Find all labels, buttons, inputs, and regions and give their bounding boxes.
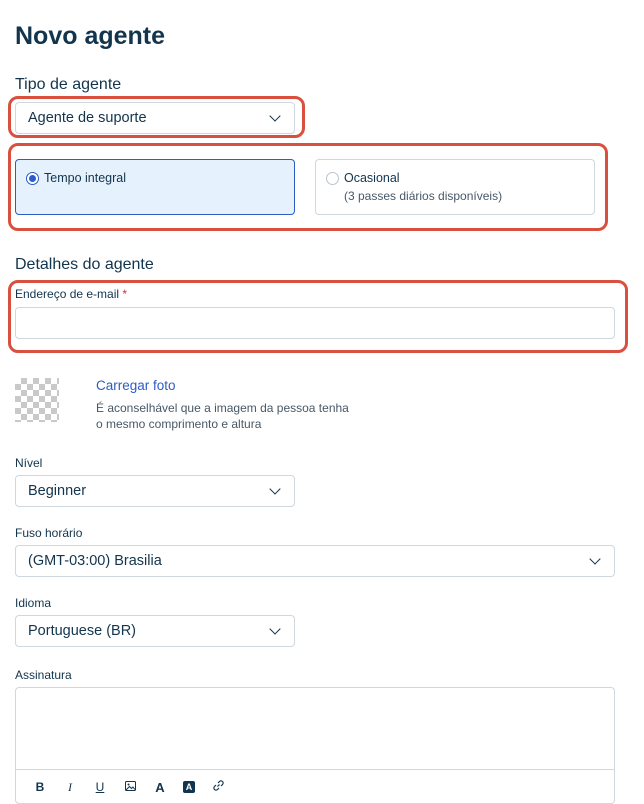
level-label: Nível xyxy=(15,456,43,470)
language-value: Portuguese (BR) xyxy=(28,623,136,639)
option-occasional-label: Ocasional xyxy=(344,171,400,185)
option-full-time-label: Tempo integral xyxy=(44,171,126,185)
email-label: Endereço de e-mail * xyxy=(15,287,127,301)
option-occasional-sub: (3 passes diários disponíveis) xyxy=(344,189,503,203)
language-select[interactable]: Portuguese (BR) xyxy=(15,615,295,647)
signature-editor[interactable]: B I U A A xyxy=(15,687,615,804)
photo-hint-line1: É aconselhável que a imagem da pessoa te… xyxy=(96,401,349,415)
link-icon[interactable] xyxy=(211,780,225,794)
photo-hint-line2: o mesmo comprimento e altura xyxy=(96,417,262,431)
option-occasional[interactable]: Ocasional (3 passes diários disponíveis) xyxy=(315,159,595,215)
timezone-value: (GMT-03:00) Brasilia xyxy=(28,553,162,569)
chevron-down-icon xyxy=(589,553,601,565)
background-color-icon[interactable]: A xyxy=(183,781,195,793)
radio-full-time[interactable] xyxy=(26,172,39,185)
language-label: Idioma xyxy=(15,596,52,610)
timezone-label: Fuso horário xyxy=(15,526,83,540)
signature-label: Assinatura xyxy=(15,668,72,682)
level-select[interactable]: Beginner xyxy=(15,475,295,507)
bold-icon[interactable]: B xyxy=(33,780,47,794)
option-full-time[interactable]: Tempo integral xyxy=(15,159,295,215)
chevron-down-icon xyxy=(269,483,281,495)
chevron-down-icon xyxy=(269,623,281,635)
agent-type-select[interactable]: Agente de suporte xyxy=(15,102,295,134)
email-label-text: Endereço de e-mail xyxy=(15,287,120,301)
italic-icon[interactable]: I xyxy=(63,780,77,795)
chevron-down-icon xyxy=(269,110,281,122)
font-color-icon[interactable]: A xyxy=(153,780,167,795)
details-heading: Detalhes do agente xyxy=(15,256,154,273)
email-input[interactable] xyxy=(15,307,615,339)
image-icon[interactable] xyxy=(123,780,137,794)
required-mark: * xyxy=(122,287,128,301)
signature-toolbar: B I U A A xyxy=(16,770,614,804)
radio-occasional[interactable] xyxy=(326,172,339,185)
level-value: Beginner xyxy=(28,483,87,499)
timezone-select[interactable]: (GMT-03:00) Brasilia xyxy=(15,545,615,577)
page-title: Novo agente xyxy=(15,22,166,50)
agent-type-heading: Tipo de agente xyxy=(15,76,122,93)
photo-placeholder xyxy=(15,378,59,422)
agent-type-value: Agente de suporte xyxy=(28,110,147,126)
upload-photo-link[interactable]: Carregar foto xyxy=(96,378,176,393)
underline-icon[interactable]: U xyxy=(93,780,107,794)
